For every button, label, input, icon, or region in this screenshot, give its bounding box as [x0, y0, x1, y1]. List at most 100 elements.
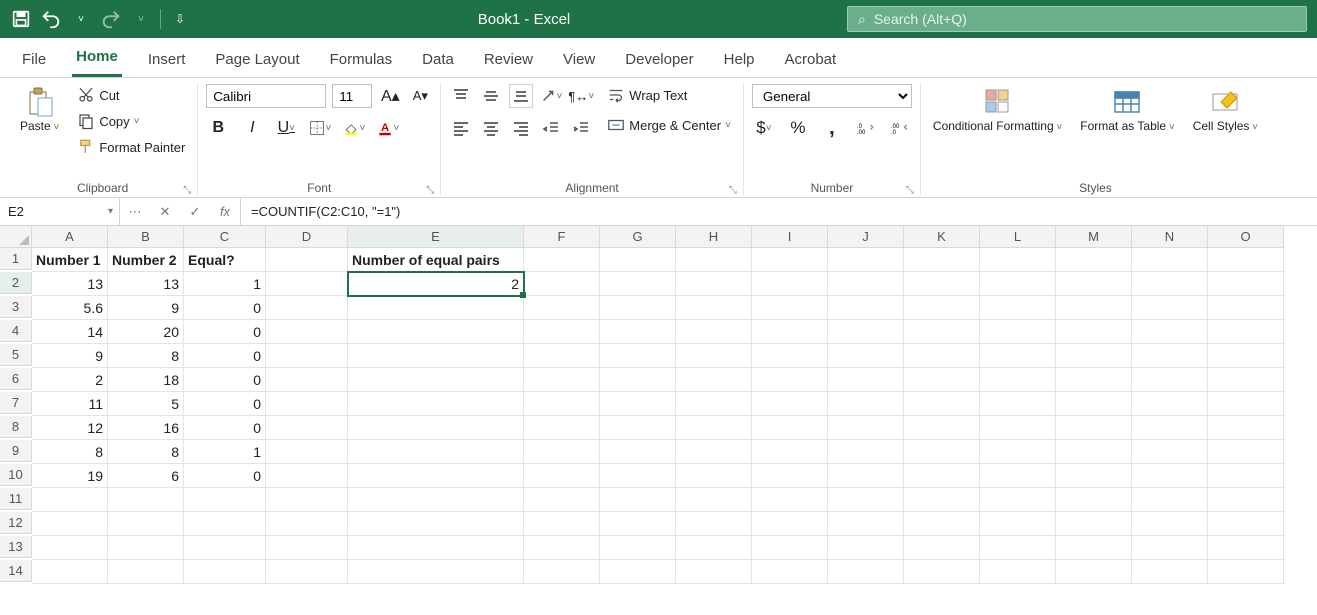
- cell-E5[interactable]: [348, 344, 524, 368]
- row-header-5[interactable]: 5: [0, 344, 32, 366]
- cell-K6[interactable]: [904, 368, 980, 392]
- cell-G12[interactable]: [600, 512, 676, 536]
- cancel-formula-icon[interactable]: ✕: [150, 198, 180, 225]
- cell-A10[interactable]: 19: [32, 464, 108, 488]
- cell-J4[interactable]: [828, 320, 904, 344]
- cell-F1[interactable]: [524, 248, 600, 272]
- cell-J3[interactable]: [828, 296, 904, 320]
- redo-dropdown-icon[interactable]: ˅: [130, 8, 152, 30]
- col-header-G[interactable]: G: [600, 226, 676, 248]
- cell-G9[interactable]: [600, 440, 676, 464]
- cell-J11[interactable]: [828, 488, 904, 512]
- cell-I3[interactable]: [752, 296, 828, 320]
- cell-E6[interactable]: [348, 368, 524, 392]
- cell-L1[interactable]: [980, 248, 1056, 272]
- cell-G13[interactable]: [600, 536, 676, 560]
- tab-data[interactable]: Data: [418, 43, 458, 77]
- orientation-icon[interactable]: [539, 84, 563, 108]
- cell-E8[interactable]: [348, 416, 524, 440]
- tab-formulas[interactable]: Formulas: [326, 43, 397, 77]
- cell-O8[interactable]: [1208, 416, 1284, 440]
- decrease-indent-icon[interactable]: [539, 116, 563, 140]
- col-header-D[interactable]: D: [266, 226, 348, 248]
- cell-D10[interactable]: [266, 464, 348, 488]
- cell-K2[interactable]: [904, 272, 980, 296]
- tab-file[interactable]: File: [18, 43, 50, 77]
- cell-H3[interactable]: [676, 296, 752, 320]
- cell-A4[interactable]: 14: [32, 320, 108, 344]
- col-header-K[interactable]: K: [904, 226, 980, 248]
- cell-A14[interactable]: [32, 560, 108, 584]
- cell-L14[interactable]: [980, 560, 1056, 584]
- cell-O10[interactable]: [1208, 464, 1284, 488]
- row-header-3[interactable]: 3: [0, 296, 32, 318]
- cell-G4[interactable]: [600, 320, 676, 344]
- cell-I10[interactable]: [752, 464, 828, 488]
- col-header-B[interactable]: B: [108, 226, 184, 248]
- cell-D2[interactable]: [266, 272, 348, 296]
- align-left-icon[interactable]: [449, 116, 473, 140]
- cell-A12[interactable]: [32, 512, 108, 536]
- cell-A11[interactable]: [32, 488, 108, 512]
- cell-I6[interactable]: [752, 368, 828, 392]
- cell-H7[interactable]: [676, 392, 752, 416]
- cell-C14[interactable]: [184, 560, 266, 584]
- col-header-M[interactable]: M: [1056, 226, 1132, 248]
- cell-C8[interactable]: 0: [184, 416, 266, 440]
- row-header-7[interactable]: 7: [0, 392, 32, 414]
- cell-G6[interactable]: [600, 368, 676, 392]
- cell-C5[interactable]: 0: [184, 344, 266, 368]
- col-header-F[interactable]: F: [524, 226, 600, 248]
- font-color-icon[interactable]: A: [376, 116, 400, 140]
- cell-H8[interactable]: [676, 416, 752, 440]
- cell-B11[interactable]: [108, 488, 184, 512]
- align-top-icon[interactable]: [449, 84, 473, 108]
- row-header-11[interactable]: 11: [0, 488, 32, 510]
- cell-D6[interactable]: [266, 368, 348, 392]
- cell-H9[interactable]: [676, 440, 752, 464]
- cell-H6[interactable]: [676, 368, 752, 392]
- cell-E10[interactable]: [348, 464, 524, 488]
- cell-B7[interactable]: 5: [108, 392, 184, 416]
- col-header-E[interactable]: E: [348, 226, 524, 248]
- cell-J5[interactable]: [828, 344, 904, 368]
- cell-object-icon[interactable]: ⋯: [120, 198, 150, 225]
- cell-N6[interactable]: [1132, 368, 1208, 392]
- cell-E3[interactable]: [348, 296, 524, 320]
- cell-D12[interactable]: [266, 512, 348, 536]
- cell-F4[interactable]: [524, 320, 600, 344]
- col-header-H[interactable]: H: [676, 226, 752, 248]
- cell-H11[interactable]: [676, 488, 752, 512]
- cell-J8[interactable]: [828, 416, 904, 440]
- cell-A8[interactable]: 12: [32, 416, 108, 440]
- cell-G2[interactable]: [600, 272, 676, 296]
- col-header-A[interactable]: A: [32, 226, 108, 248]
- cell-G5[interactable]: [600, 344, 676, 368]
- cell-C3[interactable]: 0: [184, 296, 266, 320]
- cell-I14[interactable]: [752, 560, 828, 584]
- cell-D14[interactable]: [266, 560, 348, 584]
- cut-button[interactable]: Cut: [73, 84, 189, 106]
- cell-L12[interactable]: [980, 512, 1056, 536]
- cell-N9[interactable]: [1132, 440, 1208, 464]
- cell-D13[interactable]: [266, 536, 348, 560]
- cell-H12[interactable]: [676, 512, 752, 536]
- font-size-field[interactable]: [332, 84, 372, 108]
- cell-H5[interactable]: [676, 344, 752, 368]
- cell-I13[interactable]: [752, 536, 828, 560]
- fx-icon[interactable]: fx: [210, 198, 240, 225]
- name-box[interactable]: E2▾: [0, 198, 120, 225]
- cell-C7[interactable]: 0: [184, 392, 266, 416]
- cell-M9[interactable]: [1056, 440, 1132, 464]
- select-all-corner[interactable]: [0, 226, 32, 248]
- tab-page-layout[interactable]: Page Layout: [211, 43, 303, 77]
- cell-D8[interactable]: [266, 416, 348, 440]
- decrease-font-icon[interactable]: A▾: [408, 84, 432, 108]
- align-right-icon[interactable]: [509, 116, 533, 140]
- cell-O13[interactable]: [1208, 536, 1284, 560]
- cell-O12[interactable]: [1208, 512, 1284, 536]
- save-icon[interactable]: [10, 8, 32, 30]
- cell-B1[interactable]: Number 2: [108, 248, 184, 272]
- row-header-1[interactable]: 1: [0, 248, 32, 270]
- wrap-text-button[interactable]: Wrap Text: [603, 84, 735, 106]
